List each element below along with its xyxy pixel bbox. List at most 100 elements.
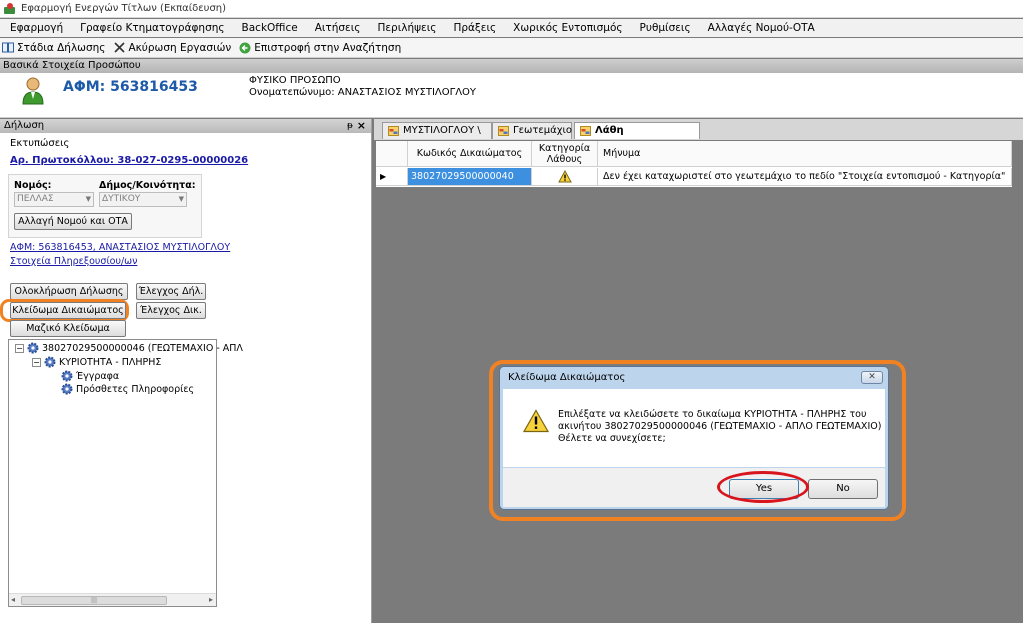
row-selector-icon[interactable]: ▶ bbox=[376, 168, 408, 186]
menu-item-praxeis[interactable]: Πράξεις bbox=[443, 22, 503, 34]
gear-icon bbox=[27, 342, 39, 354]
dialog-message-line1: Επιλέξατε να κλειδώσετε το δικαίωμα ΚΥΡΙ… bbox=[558, 409, 867, 420]
scroll-right-icon[interactable]: ▸ bbox=[209, 595, 213, 604]
menu-item-perilipseis[interactable]: Περιλήψεις bbox=[367, 22, 443, 34]
tab-parcel[interactable]: Γεωτεμάχιο bbox=[492, 122, 572, 139]
dialog-title: Κλείδωμα Δικαιώματος bbox=[508, 372, 626, 383]
table-row-category bbox=[532, 168, 598, 186]
gear-icon bbox=[44, 356, 56, 368]
errors-grid: Κωδικός Δικαιώματος Κατηγορία Λάθους Μήν… bbox=[376, 141, 1012, 187]
back-to-search-label: Επιστροφή στην Αναζήτηση bbox=[254, 41, 402, 54]
prints-label[interactable]: Εκτυπώσεις bbox=[10, 138, 69, 149]
nomos-select[interactable]: ΠΕΛΛΑΣ ▼ bbox=[14, 192, 94, 207]
no-button[interactable]: No bbox=[808, 479, 878, 499]
back-to-search-button[interactable]: Επιστροφή στην Αναζήτηση bbox=[239, 42, 401, 54]
check-right-button[interactable]: Έλεγχος Δικ. bbox=[136, 302, 206, 319]
tree-collapse-toggle[interactable]: − bbox=[15, 344, 24, 353]
menu-bar: Εφαρμογή Γραφείο Κτηματογράφησης BackOff… bbox=[0, 19, 1023, 37]
column-header-message[interactable]: Μήνυμα bbox=[598, 141, 1012, 167]
tab-person[interactable]: ΜΥΣΤΙΛΟΓΛΟΥ \ bbox=[382, 122, 492, 139]
declaration-panel-title: Δήλωση bbox=[4, 120, 45, 131]
close-icon bbox=[113, 42, 125, 54]
table-row-message: Δεν έχει καταχωριστεί στο γεωτεμάχιο το … bbox=[598, 168, 1012, 186]
proxies-link[interactable]: Στοιχεία Πληρεξουσίου/ων bbox=[10, 256, 137, 267]
chevron-down-icon: ▼ bbox=[178, 195, 184, 203]
tab-strip: ΜΥΣΤΙΛΟΓΛΟΥ \ Γεωτεμάχιο Λάθη Καταχώριση… bbox=[374, 119, 1023, 152]
tree-node-ownership[interactable]: ΚΥΡΙΟΤΗΤΑ - ΠΛΗΡΗΣ bbox=[44, 356, 161, 368]
yes-button-annotation bbox=[717, 471, 809, 503]
gear-icon bbox=[61, 370, 73, 382]
warning-icon bbox=[522, 409, 550, 433]
person-section-header: Βασικά Στοιχεία Προσώπου bbox=[0, 59, 1023, 73]
menu-item-efarmogi[interactable]: Εφαρμογή bbox=[0, 22, 70, 34]
tree-node-additional-info-label: Πρόσθετες Πληροφορίες bbox=[76, 383, 195, 395]
grid-icon bbox=[388, 126, 399, 136]
region-group: Νομός: Δήμος/Κοινότητα: ΠΕΛΛΑΣ ▼ ΔΥΤΙΚΟΥ… bbox=[8, 174, 202, 238]
tree-node-documents-label: Έγγραφα bbox=[76, 370, 120, 382]
dialog-message: Επιλέξατε να κλειδώσετε το δικαίωμα ΚΥΡΙ… bbox=[558, 409, 881, 445]
declaration-panel: Δήλωση ᵽ × Εκτυπώσεις Αρ. Πρωτοκόλλου: 3… bbox=[0, 119, 372, 623]
protocol-link[interactable]: Αρ. Πρωτοκόλλου: 38-027-0295-00000026 bbox=[10, 155, 248, 166]
grid-icon bbox=[498, 126, 509, 136]
back-arrow-icon bbox=[239, 42, 251, 54]
tree-node-documents[interactable]: Έγγραφα bbox=[61, 370, 119, 382]
person-afm: ΑΦΜ: 563816453 bbox=[63, 79, 198, 95]
tree-node-ownership-label: ΚΥΡΙΟΤΗΤΑ - ΠΛΗΡΗΣ bbox=[59, 356, 162, 368]
tree-horizontal-scrollbar[interactable]: ◂ ||| ▸ bbox=[9, 593, 216, 606]
tree-collapse-toggle[interactable]: − bbox=[32, 358, 41, 367]
menu-item-allages[interactable]: Αλλαγές Νομού-ΟΤΑ bbox=[698, 22, 822, 34]
person-type: ΦΥΣΙΚΟ ΠΡΟΣΩΠΟ bbox=[249, 75, 341, 86]
dialog-message-line3: Θέλετε να συνεχίσετε; bbox=[558, 433, 666, 444]
dialog-footer: Yes No bbox=[503, 468, 885, 507]
dialog-body: Επιλέξατε να κλειδώσετε το δικαίωμα ΚΥΡΙ… bbox=[503, 389, 885, 467]
dimos-label: Δήμος/Κοινότητα: bbox=[99, 180, 196, 191]
menu-item-aitiseis[interactable]: Αιτήσεις bbox=[305, 22, 368, 34]
stages-label: Στάδια Δήλωσης bbox=[17, 41, 106, 54]
lock-right-dialog: Κλείδωμα Δικαιώματος ✕ Επιλέξατε να κλει… bbox=[499, 366, 889, 510]
stages-button[interactable]: Στάδια Δήλωσης bbox=[2, 42, 105, 54]
table-row-code[interactable]: 38027029500000040 bbox=[408, 168, 532, 186]
nomos-label: Νομός: bbox=[14, 180, 52, 191]
cancel-tasks-label: Ακύρωση Εργασιών bbox=[128, 41, 232, 54]
scroll-left-icon[interactable]: ◂ bbox=[11, 595, 15, 604]
grid-icon bbox=[580, 126, 591, 136]
tree-node-parcel[interactable]: 38027029500000046 (ΓΕΩΤΕΜΑΧΙΟ - ΑΠΛ bbox=[27, 342, 243, 354]
pin-icon[interactable]: ᵽ bbox=[347, 119, 353, 133]
app-icon bbox=[4, 2, 16, 15]
menu-item-grafeio[interactable]: Γραφείο Κτηματογράφησης bbox=[70, 22, 231, 34]
lock-right-button[interactable]: Κλείδωμα Δικαιώματος bbox=[10, 302, 126, 319]
menu-item-xorikos[interactable]: Χωρικός Εντοπισμός bbox=[503, 22, 629, 34]
window-titlebar: Εφαρμογή Ενεργών Τίτλων (Εκπαίδευση) bbox=[0, 0, 1023, 18]
person-avatar-icon bbox=[22, 77, 44, 105]
check-declaration-button[interactable]: Έλεγχος Δήλ. bbox=[136, 283, 206, 300]
person-fullname: Ονοματεπώνυμο: ΑΝΑΣΤΑΣΙΟΣ ΜΥΣΤΙΛΟΓΛΟΥ bbox=[249, 87, 477, 98]
book-icon bbox=[2, 42, 14, 54]
dimos-select[interactable]: ΔΥΤΙΚΟΥ ▼ bbox=[99, 192, 187, 207]
toolbar: Στάδια Δήλωσης Ακύρωση Εργασιών Επιστροφ… bbox=[0, 38, 1023, 58]
afm-link[interactable]: ΑΦΜ: 563816453, ΑΝΑΣΤΑΣΙΟΣ ΜΥΣΤΙΛΟΓΛΟΥ bbox=[10, 242, 230, 253]
person-info: ΑΦΜ: 563816453 ΦΥΣΙΚΟ ΠΡΟΣΩΠΟ Ονοματεπών… bbox=[0, 73, 1023, 118]
tree-node-additional-info[interactable]: Πρόσθετες Πληροφορίες bbox=[61, 383, 194, 395]
complete-declaration-button[interactable]: Ολοκλήρωση Δήλωσης bbox=[10, 283, 128, 300]
change-region-button[interactable]: Αλλαγή Νομού και ΟΤΑ bbox=[14, 213, 132, 230]
tab-parcel-label: Γεωτεμάχιο bbox=[513, 125, 573, 136]
tab-entry-errors[interactable]: Λάθη Καταχώρισης / bbox=[574, 122, 700, 152]
dialog-message-line2: ακινήτου 38027029500000046 (ΓΕΩΤΕΜΑΧΙΟ -… bbox=[558, 421, 882, 432]
warning-icon bbox=[557, 169, 572, 183]
menu-item-backoffice[interactable]: BackOffice bbox=[232, 22, 305, 34]
row-header-column bbox=[376, 141, 408, 167]
window-title: Εφαρμογή Ενεργών Τίτλων (Εκπαίδευση) bbox=[21, 3, 227, 14]
tree-node-parcel-label: 38027029500000046 (ΓΕΩΤΕΜΑΧΙΟ - ΑΠΛ bbox=[42, 342, 243, 354]
menu-item-rythmiseis[interactable]: Ρυθμίσεις bbox=[630, 22, 698, 34]
tab-person-label: ΜΥΣΤΙΛΟΓΛΟΥ \ bbox=[403, 125, 481, 136]
scroll-thumb[interactable]: ||| bbox=[21, 596, 167, 605]
dialog-close-button[interactable]: ✕ bbox=[861, 371, 883, 384]
column-header-category[interactable]: Κατηγορία Λάθους bbox=[532, 141, 598, 167]
panel-close-icon[interactable]: × bbox=[357, 119, 366, 133]
chevron-down-icon: ▼ bbox=[85, 195, 91, 203]
column-header-code[interactable]: Κωδικός Δικαιώματος bbox=[408, 141, 532, 167]
mass-lock-button[interactable]: Μαζικό Κλείδωμα Δικαιωμ. bbox=[10, 320, 126, 349]
cancel-tasks-button[interactable]: Ακύρωση Εργασιών bbox=[113, 42, 231, 54]
nomos-select-value: ΠΕΛΛΑΣ bbox=[17, 194, 54, 204]
dimos-select-value: ΔΥΤΙΚΟΥ bbox=[102, 194, 141, 204]
